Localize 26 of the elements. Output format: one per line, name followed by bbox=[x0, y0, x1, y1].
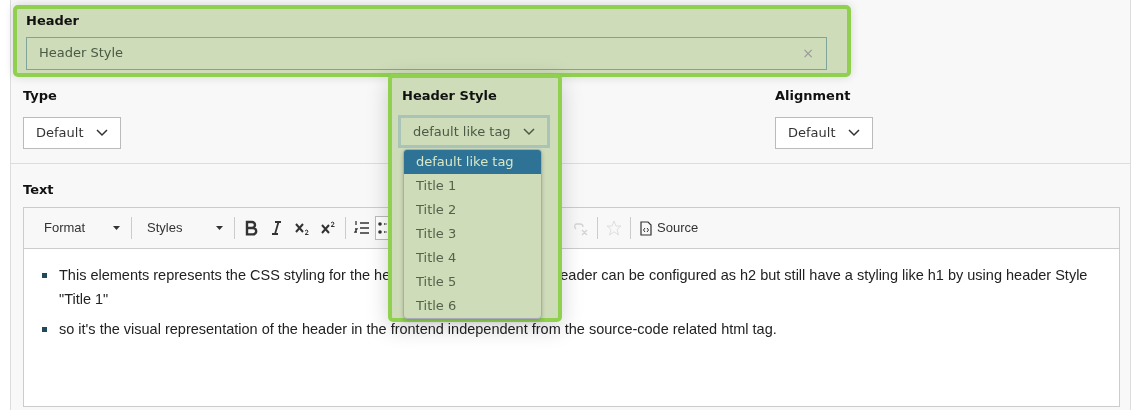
paragraph-text: so it's the visual representation of the header in the frontend independent from the source-code related html tag. bbox=[59, 321, 777, 337]
select-dropdown[interactable]: default like tag bbox=[398, 115, 550, 148]
input-value: Header Style bbox=[39, 44, 124, 63]
source-button[interactable]: Source bbox=[634, 216, 705, 240]
dropdown-option[interactable]: Title 5 bbox=[404, 270, 541, 294]
format-dropdown[interactable]: Format bbox=[32, 216, 128, 240]
dropdown-option[interactable]: default like tag bbox=[404, 150, 541, 174]
text-input[interactable]: Header Style × bbox=[26, 36, 827, 70]
select-dropdown[interactable]: Default bbox=[23, 117, 121, 149]
format-dropdown[interactable]: Styles bbox=[135, 216, 231, 240]
paragraph-text: eader can be configured as h2 but still have a styling like h1 by using header Style bbox=[560, 267, 1088, 283]
select-value: Default bbox=[788, 124, 836, 143]
dropdown-option[interactable]: Title 2 bbox=[404, 198, 541, 222]
paragraph-text: "Title 1" bbox=[59, 291, 109, 307]
select-value: Default bbox=[36, 124, 84, 143]
field-label: Type bbox=[23, 86, 57, 105]
dropdown-option[interactable]: Title 1 bbox=[404, 174, 541, 198]
field-label: Header bbox=[26, 12, 79, 30]
dropdown-option[interactable]: Title 6 bbox=[404, 294, 541, 318]
dropdown-option[interactable]: Title 3 bbox=[404, 222, 541, 246]
select-value: default like tag bbox=[413, 122, 511, 141]
field-label: Text bbox=[23, 180, 54, 199]
dropdown-option[interactable]: Title 4 bbox=[404, 246, 541, 270]
select-dropdown[interactable]: Default bbox=[775, 117, 873, 149]
field-label: Header Style bbox=[402, 86, 497, 105]
field-label: Alignment bbox=[775, 86, 851, 105]
